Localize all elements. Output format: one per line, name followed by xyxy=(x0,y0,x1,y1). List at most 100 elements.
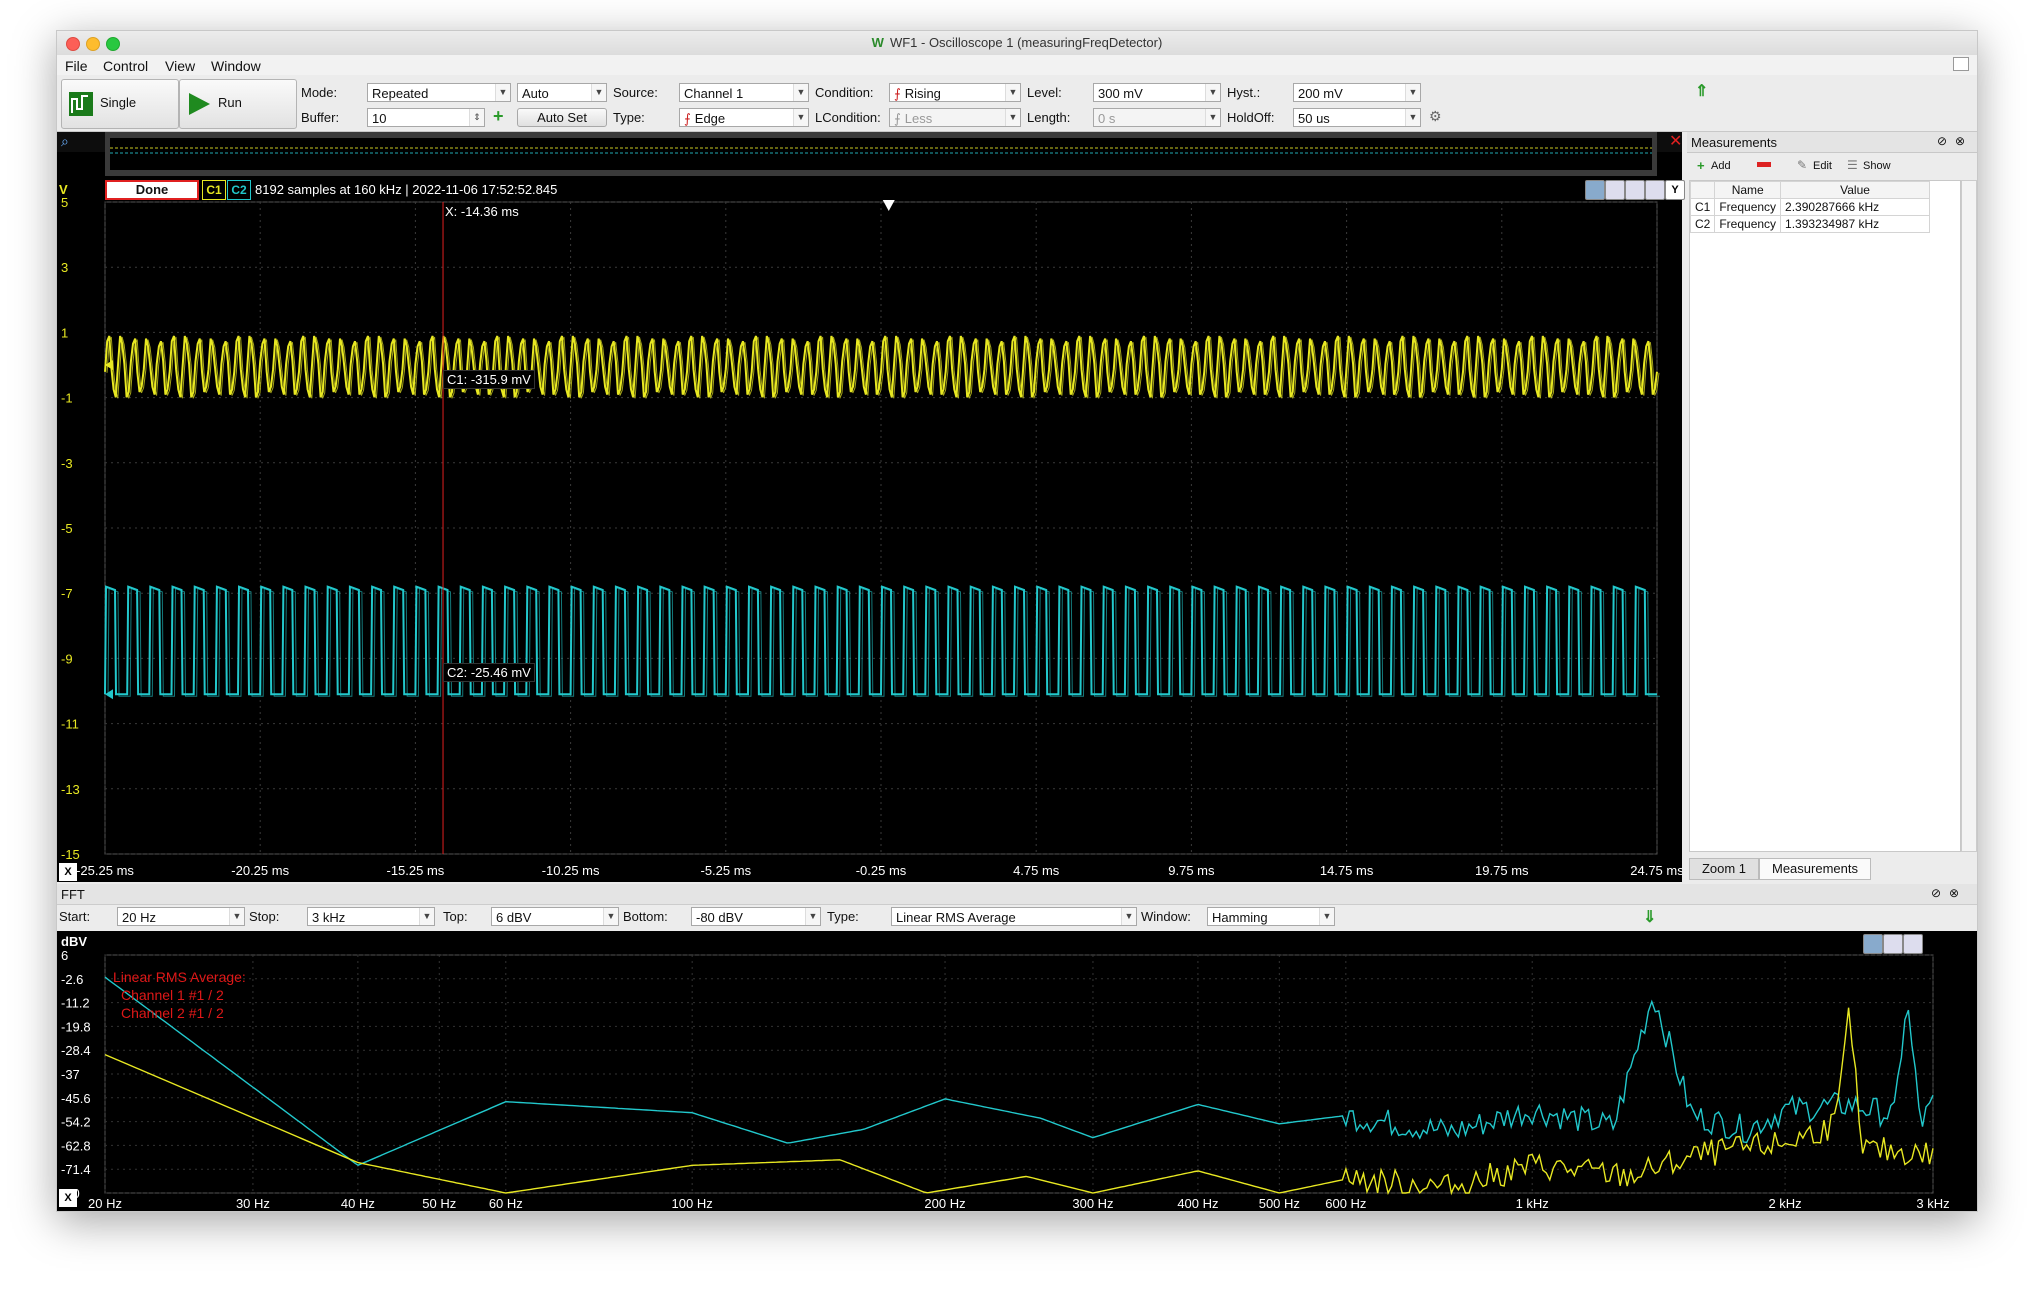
y-tick-label: -7 xyxy=(61,586,73,601)
start-select[interactable]: 20 Hz ▼ xyxy=(117,907,245,926)
list-icon[interactable]: ☰ xyxy=(1847,158,1858,172)
trigger-type-select[interactable]: ⨍ Edge ▼ xyxy=(679,108,809,127)
fft-options-tool-icon[interactable] xyxy=(1903,934,1923,954)
fft-y-tick-label: -71.4 xyxy=(61,1162,91,1177)
edit-icon[interactable]: ✎ xyxy=(1797,158,1807,172)
cursor-tool-icon[interactable] xyxy=(1605,180,1625,200)
x-axis-button[interactable]: X xyxy=(59,863,77,881)
legend-title: Linear RMS Average: xyxy=(113,969,246,985)
fft-cursor-tool-icon[interactable] xyxy=(1883,934,1903,954)
y-tick-label: -1 xyxy=(61,391,73,406)
condition-label: Condition: xyxy=(815,85,874,100)
length-input[interactable]: 0 s ▼ xyxy=(1093,108,1221,127)
hyst-input[interactable]: 200 mV ▼ xyxy=(1293,83,1421,102)
holdoff-input[interactable]: 50 us ▼ xyxy=(1293,108,1421,127)
fft-x-tick-label: 20 Hz xyxy=(88,1196,122,1211)
show-measurement-button[interactable]: Show xyxy=(1863,160,1891,172)
arrow-down-icon[interactable]: ⇓ xyxy=(1643,907,1656,927)
measurements-table-area: Name Value C1 Frequency 2.390287666 kHz … xyxy=(1689,180,1961,852)
fft-header: FFT ⊘ ⊗ xyxy=(57,884,1977,905)
fft-x-tick-label: 50 Hz xyxy=(422,1196,456,1211)
fft-y-tick-label: -11.2 xyxy=(61,996,90,1011)
condition-value: Rising xyxy=(904,86,941,101)
tab-measurements[interactable]: Measurements xyxy=(1759,858,1871,880)
single-button[interactable]: Single xyxy=(61,79,179,129)
add-icon[interactable]: + xyxy=(1697,158,1705,173)
run-button[interactable]: Run xyxy=(179,79,297,129)
fft-y-tick-label: -45.6 xyxy=(61,1091,91,1106)
table-row[interactable]: C1 Frequency 2.390287666 kHz xyxy=(1689,198,1931,216)
fft-y-tick-label: -62.8 xyxy=(61,1138,91,1153)
fft-y-unit: dBV xyxy=(61,934,87,949)
fft-type-label: Type: xyxy=(827,909,859,924)
tab-zoom-1[interactable]: Zoom 1 xyxy=(1689,858,1759,880)
zoom-icon[interactable]: ⌕ xyxy=(61,134,69,150)
mode-select[interactable]: Repeated ▼ xyxy=(367,83,511,102)
menu-control[interactable]: Control xyxy=(103,58,148,74)
table-row[interactable]: C2 Frequency 1.393234987 kHz xyxy=(1689,215,1931,233)
options-tool-icon[interactable] xyxy=(1645,180,1665,200)
channel-2-tag[interactable]: C2 xyxy=(227,180,251,200)
fft-x-tick-label: 3 kHz xyxy=(1916,1196,1949,1211)
chevron-down-icon: ▼ xyxy=(805,908,820,925)
row-channel: C2 xyxy=(1689,215,1716,233)
restore-icon[interactable] xyxy=(1953,57,1969,71)
close-icon[interactable]: ⊗ xyxy=(1955,134,1965,148)
bottom-select[interactable]: -80 dBV ▼ xyxy=(691,907,821,926)
fft-type-select[interactable]: Linear RMS Average ▼ xyxy=(891,907,1137,926)
x-tick-label: -20.25 ms xyxy=(231,863,289,878)
source-select[interactable]: Channel 1 ▼ xyxy=(679,83,809,102)
menu-view[interactable]: View xyxy=(165,58,195,74)
measurements-table: Name Value C1 Frequency 2.390287666 kHz … xyxy=(1689,181,1931,233)
fft-title: FFT xyxy=(61,887,85,902)
measurements-panel: Measurements ⊘ ⊗ + Add ✎ Edit ☰ Show Nam… xyxy=(1687,132,1977,882)
undock-icon[interactable]: ⊘ xyxy=(1931,886,1941,900)
spinner-arrows-icon[interactable]: ⇕ xyxy=(469,109,484,126)
fft-toolbar: Start: 20 Hz ▼ Stop: 3 kHz ▼ Top: 6 dBV ▼ B… xyxy=(57,905,1977,929)
x-tick-label: -15.25 ms xyxy=(386,863,444,878)
mode-value: Repeated xyxy=(372,86,429,101)
close-icon[interactable]: ✕ xyxy=(1669,132,1682,150)
remove-icon[interactable] xyxy=(1757,162,1771,167)
fft-y-tick-label: -2.6 xyxy=(61,972,83,987)
table-header-row: Name Value xyxy=(1689,181,1931,199)
arrow-up-icon[interactable]: ⇑ xyxy=(1695,81,1708,101)
auto-select[interactable]: Auto ▼ xyxy=(517,83,607,102)
chevron-down-icon: ▼ xyxy=(793,84,808,101)
auto-set-button[interactable]: Auto Set xyxy=(517,108,607,127)
level-value: 300 mV xyxy=(1098,86,1143,101)
fft-zoom-tool-icon[interactable] xyxy=(1863,934,1883,954)
stop-select[interactable]: 3 kHz ▼ xyxy=(307,907,435,926)
fft-y-tick-label: -28.4 xyxy=(61,1043,91,1058)
top-select[interactable]: 6 dBV ▼ xyxy=(491,907,619,926)
buffer-spinner[interactable]: 10 ⇕ xyxy=(367,108,485,127)
fft-x-axis-button[interactable]: X xyxy=(59,1189,77,1207)
undock-icon[interactable]: ⊘ xyxy=(1937,134,1947,148)
edit-measurement-button[interactable]: Edit xyxy=(1813,160,1832,172)
close-icon[interactable]: ⊗ xyxy=(1949,886,1959,900)
zoom-tool-icon[interactable] xyxy=(1585,180,1605,200)
source-value: Channel 1 xyxy=(684,86,744,101)
chevron-down-icon: ▼ xyxy=(1005,109,1020,126)
window-select[interactable]: Hamming ▼ xyxy=(1207,907,1335,926)
level-input[interactable]: 300 mV ▼ xyxy=(1093,83,1221,102)
fft-panel: FFT ⊘ ⊗ Start: 20 Hz ▼ Stop: 3 kHz ▼ Top: … xyxy=(57,884,1977,1211)
lcondition-select[interactable]: ⨍ Less ▼ xyxy=(889,108,1021,127)
add-measurement-button[interactable]: Add xyxy=(1711,160,1731,172)
stop-label: Stop: xyxy=(249,909,280,924)
window-label: Window: xyxy=(1141,909,1191,924)
gear-icon[interactable]: ⚙ xyxy=(1429,108,1442,125)
measurements-scrollbar[interactable] xyxy=(1961,180,1977,852)
menu-window[interactable]: Window xyxy=(211,58,261,74)
add-buffer-icon[interactable]: + xyxy=(493,106,504,127)
y-axis-button[interactable]: Y xyxy=(1665,180,1685,200)
buffer-value: 10 xyxy=(372,111,387,126)
channel-1-tag[interactable]: C1 xyxy=(202,180,226,200)
menu-file[interactable]: File xyxy=(65,58,88,74)
chevron-down-icon: ▼ xyxy=(793,109,808,126)
fft-x-tick-label: 30 Hz xyxy=(236,1196,270,1211)
condition-select[interactable]: ⨍ Rising ▼ xyxy=(889,83,1021,102)
view-tool-icon[interactable] xyxy=(1625,180,1645,200)
fft-x-tick-label: 2 kHz xyxy=(1768,1196,1801,1211)
hyst-value: 200 mV xyxy=(1298,86,1343,101)
